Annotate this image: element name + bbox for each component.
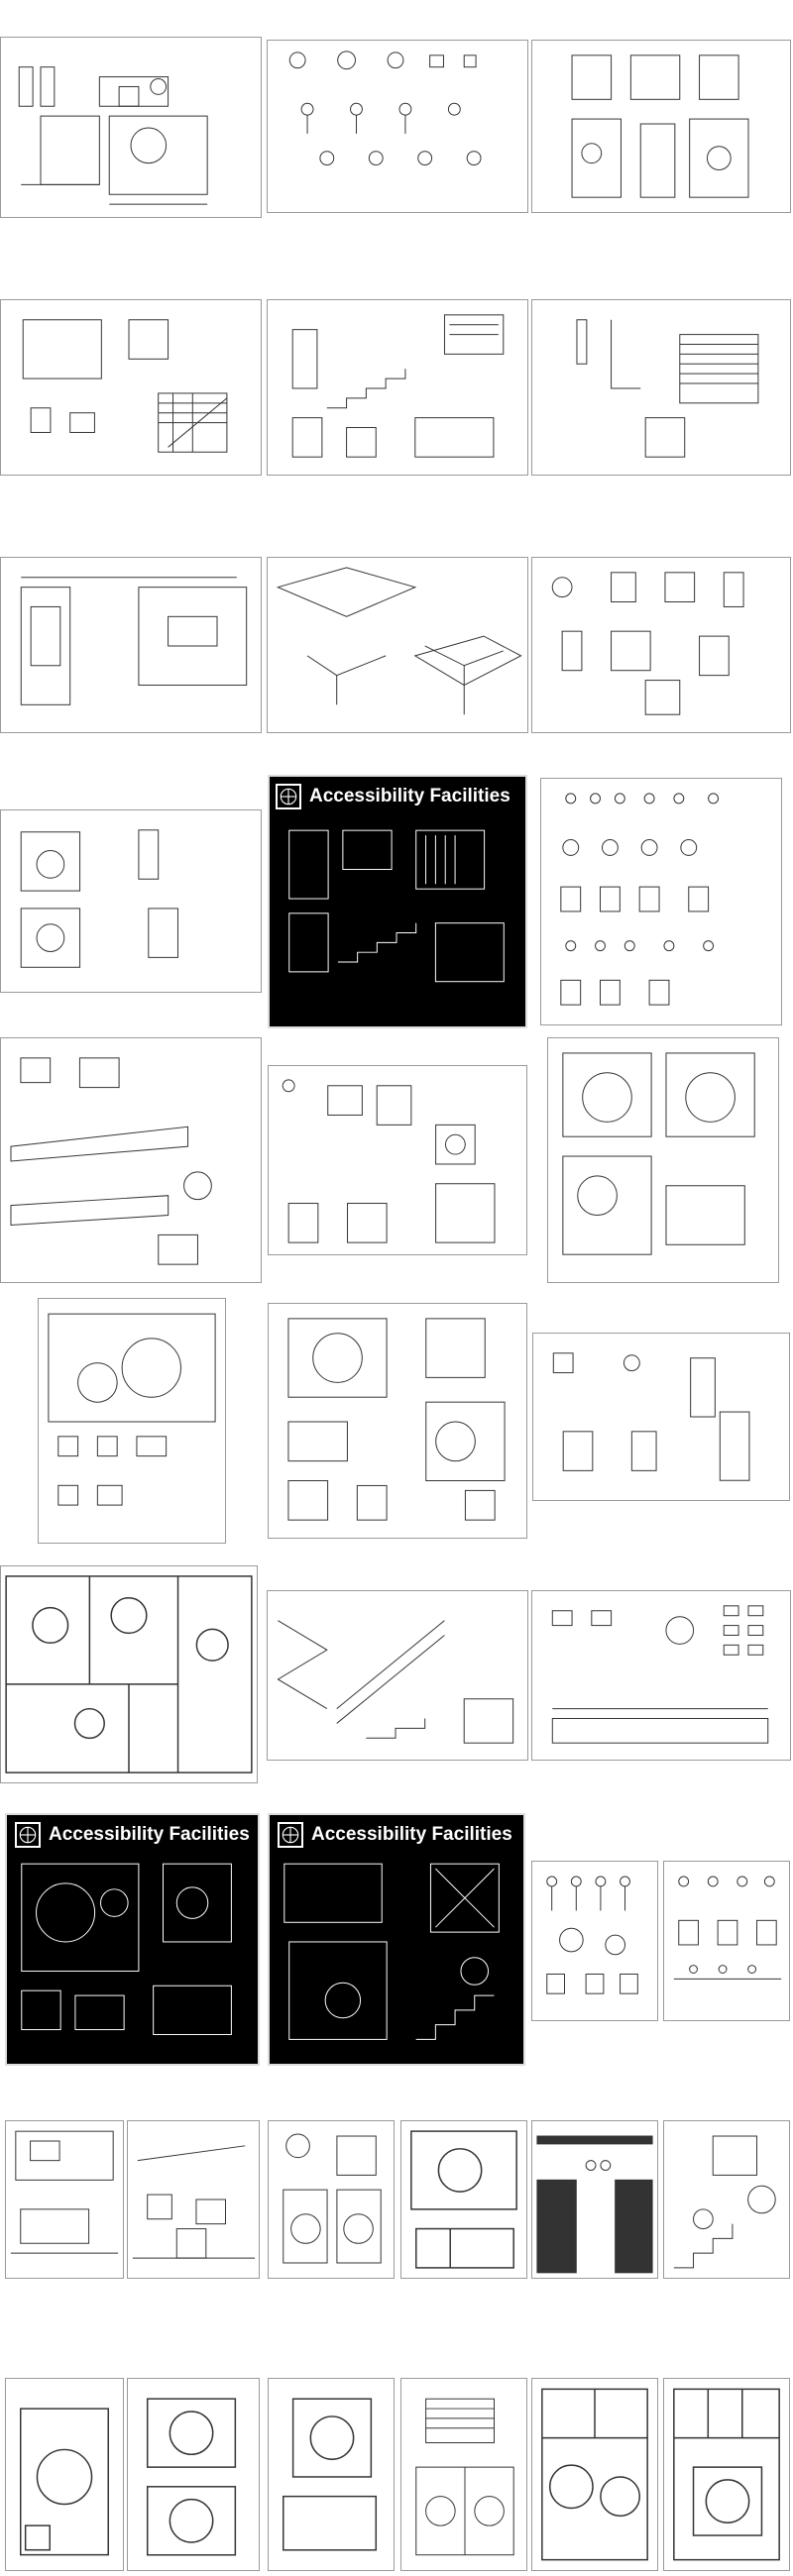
drawing-sheet-35[interactable] <box>400 2378 527 2571</box>
drawing-sheet-3[interactable] <box>531 40 791 213</box>
drawing-sheet-18[interactable] <box>532 1333 790 1501</box>
bathroom-plan-drawing <box>410 2130 517 2269</box>
stair-wheelchair-drawing <box>673 2135 776 2269</box>
drawing-sheet-36[interactable] <box>531 2378 658 2571</box>
accessible-room-plan-e <box>541 2388 648 2561</box>
tactile-and-seating-drawing <box>551 1605 769 1744</box>
turning-radius-figures <box>288 51 482 166</box>
drawing-sheet-2[interactable] <box>267 40 528 213</box>
fixture-elevations-drawing <box>552 1352 750 1481</box>
human-figures-drawing <box>560 793 720 1006</box>
seating-plan-drawing <box>551 572 744 715</box>
accessibility-bathroom-drawing <box>21 1863 232 2035</box>
accessible-room-plan-a <box>20 2408 109 2556</box>
drawing-sheet-20[interactable] <box>267 1590 528 1761</box>
toilet-layout-drawing <box>562 1052 755 1255</box>
accessibility-stair-drawing <box>288 829 505 983</box>
drawing-sheet-33[interactable] <box>127 2378 260 2571</box>
drawing-sheet-19[interactable] <box>0 1565 258 1783</box>
ramp-perspective-drawing <box>276 567 522 715</box>
counter-section-drawing <box>536 2135 653 2274</box>
drawing-sheet-8[interactable] <box>267 557 528 733</box>
drawing-sheet-1[interactable] <box>0 37 262 218</box>
drawing-sheet-25[interactable] <box>663 1861 790 2021</box>
bathroom-variants-drawing <box>287 1318 506 1521</box>
reach-range-drawing <box>571 54 749 198</box>
drawing-sheet-27[interactable] <box>127 2120 260 2279</box>
accessible-room-plan-b <box>146 2398 237 2556</box>
toilet-plan-drawing <box>22 319 228 453</box>
stair-section-drawing <box>291 314 505 458</box>
figure-silhouettes-drawing <box>546 1876 638 1994</box>
drawing-sheet-26[interactable] <box>5 2120 124 2279</box>
drawing-sheet-37[interactable] <box>663 2378 790 2571</box>
drawing-sheet-17[interactable] <box>268 1303 527 1539</box>
accessible-room-plan-c <box>283 2398 378 2551</box>
drawing-sheet-30[interactable] <box>531 2120 658 2279</box>
wheelchair-elevation-drawing <box>18 66 208 205</box>
apartment-floor-plan-drawing <box>5 1575 253 1773</box>
drawing-sheet-21[interactable] <box>531 1590 791 1761</box>
drawing-sheet-11-dark[interactable]: Accessibility Facilities <box>268 775 527 1028</box>
drawing-sheet-4[interactable] <box>0 299 262 476</box>
parking-section-drawing <box>10 2130 119 2254</box>
drawing-sheet-13[interactable] <box>0 1037 262 1283</box>
drawing-sheet-22-dark[interactable]: Accessibility Facilities <box>5 1813 260 2066</box>
parking-space-drawing <box>20 577 248 705</box>
drawing-sheet-29[interactable] <box>400 2120 527 2279</box>
ramp-detail-drawing <box>10 1057 212 1265</box>
restroom-plan-drawing <box>282 1079 496 1243</box>
accessibility-section-drawing <box>283 1863 500 2040</box>
drawing-sheet-5[interactable] <box>267 299 528 476</box>
drawing-sheet-32[interactable] <box>5 2378 124 2571</box>
elevator-plan-drawing <box>20 829 178 968</box>
drawing-sheet-12[interactable] <box>540 778 782 1025</box>
drawing-sheet-16[interactable] <box>38 1298 226 1544</box>
drawing-sheet-28[interactable] <box>268 2120 395 2279</box>
drawing-sheet-31[interactable] <box>663 2120 790 2279</box>
accessible-room-plan-d <box>415 2398 514 2556</box>
drawing-sheet-10[interactable] <box>0 809 262 993</box>
drawing-sheet-6[interactable] <box>531 299 791 476</box>
drawing-sheet-24[interactable] <box>531 1861 658 2021</box>
reach-figures-drawing <box>673 1876 782 1980</box>
accessible-room-plan-f <box>673 2388 780 2561</box>
drawing-sheet-9[interactable] <box>531 557 791 733</box>
ramp-elevation-drawing <box>132 2145 256 2259</box>
drawing-sheet-34[interactable] <box>268 2378 395 2571</box>
drawing-sheet-7[interactable] <box>0 557 262 733</box>
drawing-sheet-15[interactable] <box>547 1037 779 1283</box>
door-detail-drawing <box>576 319 759 458</box>
ramp-section-drawing <box>277 1620 514 1744</box>
drawing-sheet-14[interactable] <box>268 1065 527 1255</box>
accessible-bathroom-drawing <box>48 1313 216 1506</box>
toilet-stall-drawing <box>283 2133 382 2264</box>
drawing-sheet-23-dark[interactable]: Accessibility Facilities <box>268 1813 525 2066</box>
